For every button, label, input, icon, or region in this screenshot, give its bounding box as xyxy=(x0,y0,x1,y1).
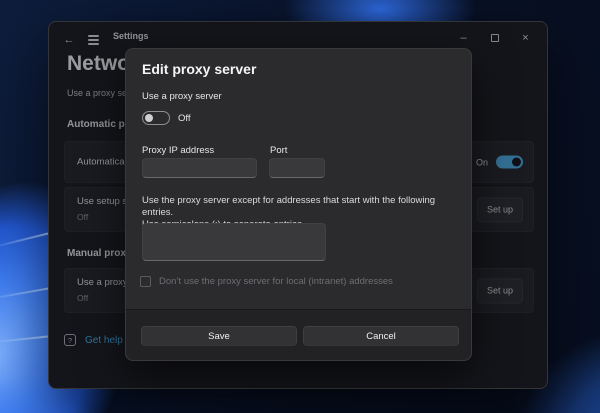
use-proxy-toggle[interactable] xyxy=(142,111,170,125)
exceptions-textarea[interactable] xyxy=(142,223,326,261)
proxy-ip-label: Proxy IP address xyxy=(142,145,214,156)
dialog-footer: Save Cancel xyxy=(126,309,471,360)
toggle-state-label: Off xyxy=(178,113,191,124)
dialog-title: Edit proxy server xyxy=(142,61,256,77)
port-input[interactable] xyxy=(269,158,325,178)
save-button[interactable]: Save xyxy=(141,326,297,346)
desktop: ← Settings – × Networ Use a proxy ser Au… xyxy=(0,0,600,413)
toggle-knob xyxy=(145,114,153,122)
port-label: Port xyxy=(270,145,287,156)
local-addresses-checkbox-label: Don’t use the proxy server for local (in… xyxy=(159,276,393,287)
cancel-button[interactable]: Cancel xyxy=(303,326,459,346)
exceptions-note-line1: Use the proxy server except for addresse… xyxy=(142,195,466,219)
edit-proxy-dialog: Edit proxy server Use a proxy server Off… xyxy=(125,48,472,361)
local-addresses-checkbox-row: Don’t use the proxy server for local (in… xyxy=(140,276,393,287)
checkbox-unchecked-icon[interactable] xyxy=(140,276,151,287)
use-proxy-label: Use a proxy server xyxy=(142,91,222,102)
proxy-ip-input[interactable] xyxy=(142,158,257,178)
